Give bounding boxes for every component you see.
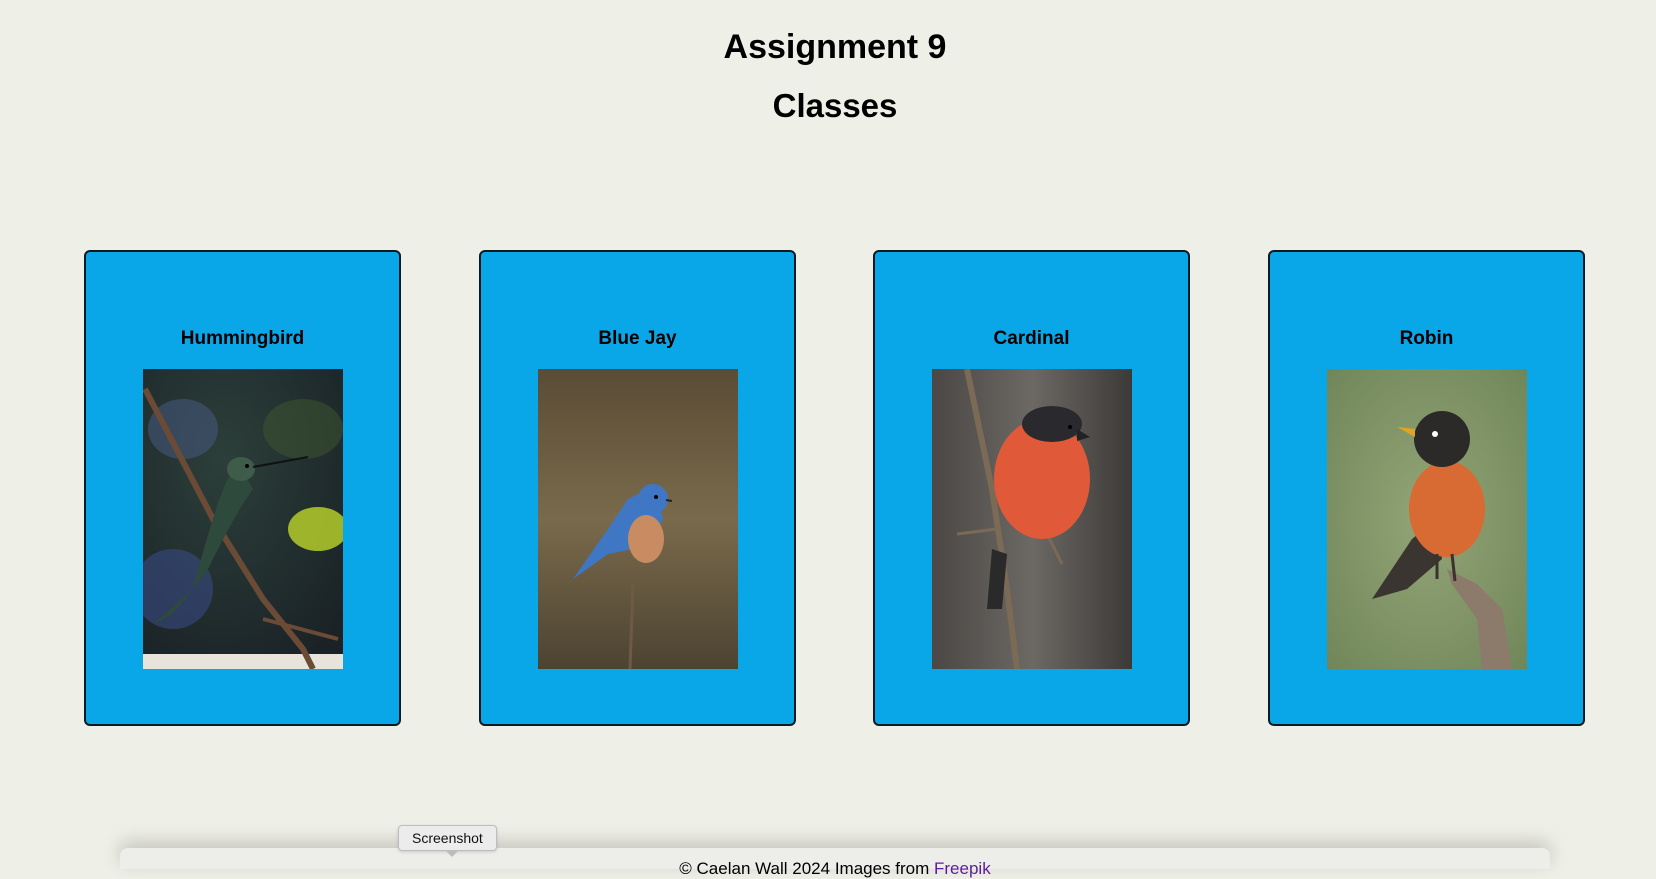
cardinal-photo bbox=[932, 369, 1132, 669]
card-title: Blue Jay bbox=[598, 328, 677, 349]
robin-photo bbox=[1327, 369, 1527, 669]
card-title: Cardinal bbox=[993, 328, 1070, 349]
card-hummingbird: Hummingbird bbox=[84, 250, 401, 726]
card-blue-jay: Blue Jay bbox=[479, 250, 796, 726]
blue-jay-photo bbox=[538, 369, 738, 669]
card-title: Robin bbox=[1399, 328, 1454, 349]
footer: © Caelan Wall 2024 Images from Freepik bbox=[0, 859, 1656, 879]
card-title: Hummingbird bbox=[180, 328, 305, 349]
screenshot-tooltip: Screenshot bbox=[398, 825, 497, 857]
card-robin: Robin bbox=[1268, 250, 1585, 726]
card-cardinal: Cardinal bbox=[873, 250, 1190, 726]
page-title: Assignment 9 bbox=[723, 28, 947, 66]
hummingbird-photo bbox=[143, 369, 343, 669]
page-subtitle: Classes bbox=[772, 87, 898, 124]
